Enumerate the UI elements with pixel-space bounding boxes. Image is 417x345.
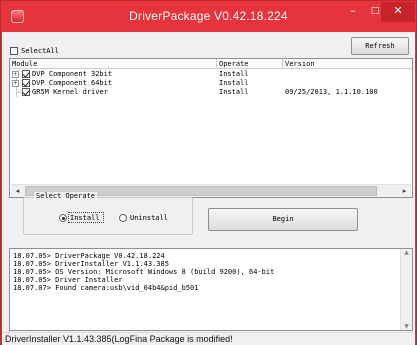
column-header-version[interactable]: Version	[285, 60, 315, 69]
select-all-label[interactable]: SelectAll	[21, 47, 59, 55]
refresh-button[interactable]: Refresh	[351, 37, 409, 55]
module-table[interactable]: Module Operate Version + DVP Component 3…	[9, 58, 413, 198]
begin-button[interactable]: Begin	[208, 208, 358, 231]
table-header: Module Operate Version	[10, 59, 412, 69]
app-window: DriverPackage V0.42.18.224 – □ ✕ SelectA…	[0, 0, 417, 345]
operate-value: Install	[219, 88, 249, 96]
scroll-down-icon[interactable]: ▼	[401, 323, 412, 330]
uninstall-radio[interactable]	[119, 214, 127, 222]
log-line: 18.07.05> Driver Installer	[13, 276, 123, 284]
install-radio[interactable]	[59, 214, 67, 222]
log-line: 18.07.07> Found camera:usb\vid_04b4&pid_…	[13, 284, 199, 292]
status-bar: DriverInstaller V1.1.43.385(LogFina Pack…	[2, 332, 415, 345]
table-row[interactable]: + DVP Component 32bit Install	[10, 70, 412, 79]
status-text: DriverInstaller V1.1.43.385(LogFina Pack…	[5, 334, 233, 344]
log-line: 18.07.05> DriverInstaller V1.1.43.385	[13, 260, 169, 268]
module-name: GR5M Kernel driver	[32, 88, 108, 96]
row-checkbox[interactable]	[22, 88, 30, 96]
scroll-up-icon[interactable]: ▲	[401, 249, 412, 256]
expand-icon[interactable]: +	[12, 80, 19, 87]
table-row[interactable]: + DVP Component 64bit Install	[10, 79, 412, 88]
module-name: DVP Component 64bit	[32, 79, 113, 87]
table-row[interactable]: GR5M Kernel driver Install 09/25/2013, 1…	[10, 88, 412, 97]
vertical-scrollbar[interactable]: ▲ ▼	[400, 249, 412, 330]
close-button[interactable]: ✕	[381, 2, 415, 22]
column-header-module[interactable]: Module	[12, 60, 37, 69]
module-name: DVP Component 32bit	[32, 70, 113, 78]
column-divider[interactable]	[282, 59, 283, 69]
select-all-checkbox[interactable]	[10, 47, 18, 55]
row-checkbox[interactable]	[22, 79, 30, 87]
log-output[interactable]: 18.07.05> DriverPackage V0.42.18.224 18.…	[9, 248, 413, 331]
row-checkbox[interactable]	[22, 70, 30, 78]
operate-value: Install	[219, 70, 249, 78]
column-header-operate[interactable]: Operate	[219, 60, 249, 69]
version-value: 09/25/2013, 1.1.10.100	[285, 88, 378, 96]
minimize-button[interactable]: –	[342, 2, 364, 22]
expand-icon[interactable]: +	[12, 71, 19, 78]
uninstall-radio-label[interactable]: Uninstall	[130, 214, 168, 222]
column-divider[interactable]	[216, 59, 217, 69]
title-bar[interactable]: DriverPackage V0.42.18.224 – □ ✕	[1, 1, 416, 32]
operate-value: Install	[219, 79, 249, 87]
select-operate-title: Select Operate	[34, 192, 98, 200]
scroll-left-icon[interactable]: ◂	[11, 185, 24, 197]
scroll-right-icon[interactable]: ▸	[398, 185, 411, 197]
log-line: 18.07.05> DriverPackage V0.42.18.224	[13, 252, 165, 260]
log-line: 18.07.05> OS Version: Microsoft Windows …	[13, 268, 275, 276]
install-radio-label[interactable]: Install	[70, 214, 100, 222]
